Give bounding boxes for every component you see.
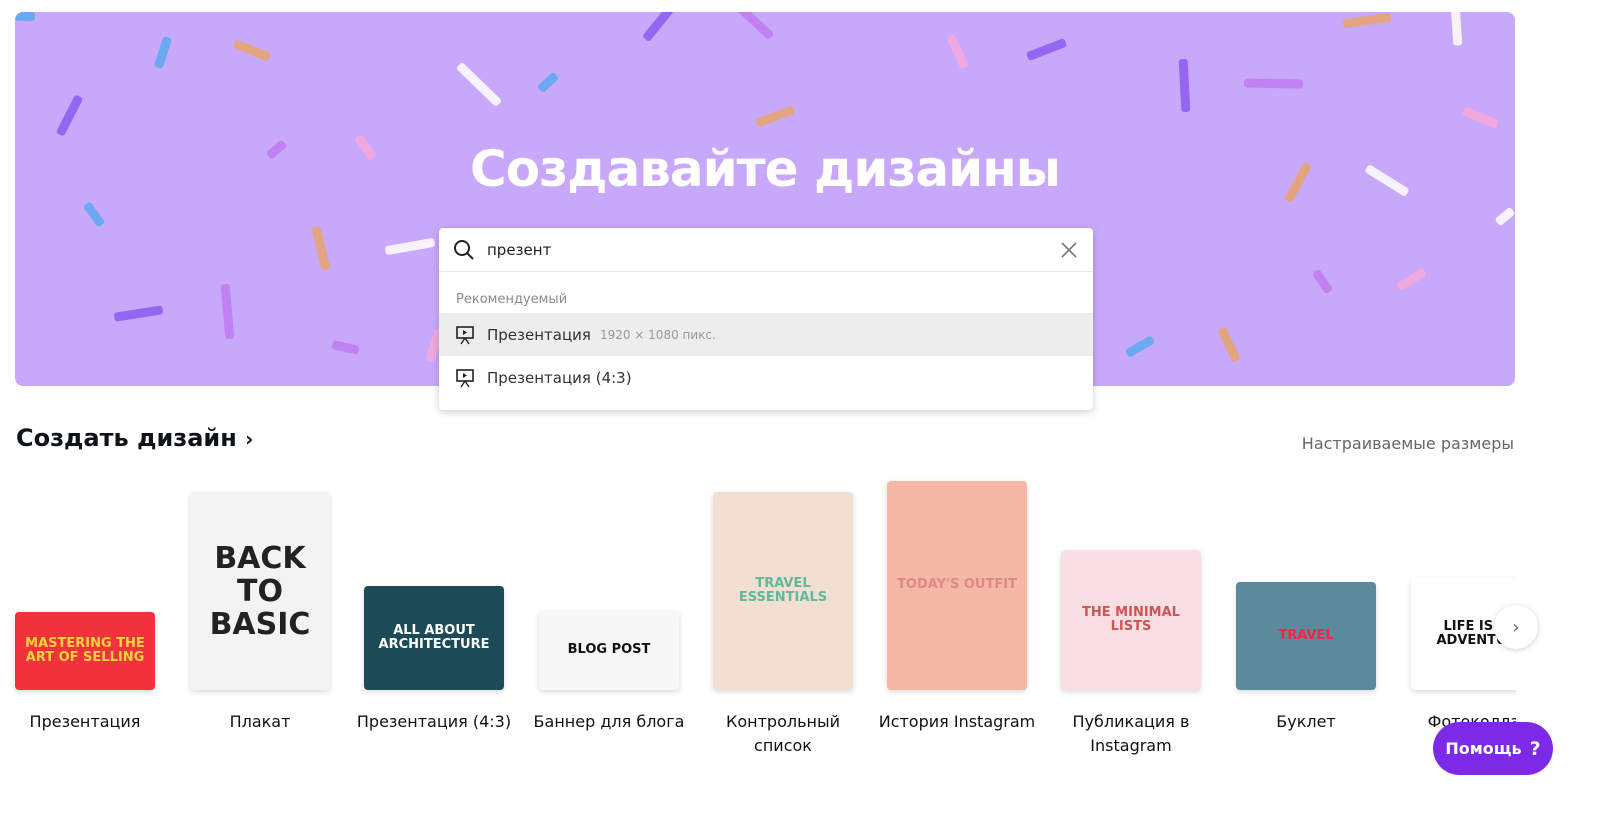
- suggestion-label: Презентация: [487, 325, 591, 344]
- design-type-label: Баннер для блога: [533, 712, 685, 731]
- design-type-item[interactable]: TRAVEL Буклет: [1219, 0, 1393, 826]
- thumbnail-text: TODAY'S OUTFIT: [897, 577, 1017, 593]
- design-type-item[interactable]: TRAVEL ESSENTIALS Контрольный список: [696, 0, 870, 826]
- design-type-item[interactable]: TODAY'S OUTFIT История Instagram: [870, 0, 1044, 826]
- design-thumbnail: TRAVEL: [1236, 582, 1376, 690]
- thumbnail-text: BACK TO BASIC: [209, 540, 311, 642]
- thumbnail-text: MASTERING THE ART OF SELLING: [25, 635, 145, 665]
- design-type-label: Плакат: [229, 712, 291, 731]
- presentation-icon: [456, 325, 474, 344]
- thumbnail-text: ALL ABOUT ARCHITECTURE: [378, 622, 490, 652]
- design-thumbnail: MASTERING THE ART OF SELLING: [15, 612, 155, 690]
- design-type-item[interactable]: MASTERING THE ART OF SELLING Презентация: [0, 0, 172, 826]
- search-icon: [454, 239, 474, 260]
- thumbnail-text: TRAVEL ESSENTIALS: [738, 575, 828, 605]
- design-thumbnail: TODAY'S OUTFIT: [887, 481, 1027, 690]
- design-type-item[interactable]: BLOG POST Баннер для блога: [522, 0, 696, 826]
- design-type-item[interactable]: THE MINIMAL LISTS Публикация в Instagram: [1044, 0, 1218, 826]
- design-type-label: Презентация (4:3): [356, 712, 512, 731]
- section-label: Рекомендуемый: [456, 292, 568, 307]
- thumbnail-text: BLOG POST: [567, 642, 651, 658]
- design-type-carousel: MASTERING THE ART OF SELLING Презентация B…: [0, 0, 1516, 826]
- help-button[interactable]: Помощь?: [1433, 722, 1553, 775]
- design-type-label: История Instagram: [878, 712, 1036, 731]
- search-dropdown: Рекомендуемый Презентация 1920 × 1080 пи…: [439, 228, 1093, 410]
- question-icon: ?: [1529, 737, 1541, 760]
- design-type-label: Презентация: [29, 712, 141, 731]
- suggestion-presentation[interactable]: Презентация 1920 × 1080 пикс.: [439, 313, 1093, 356]
- design-thumbnail: BACK TO BASIC: [190, 492, 330, 690]
- thumbnail-text: TRAVEL: [1278, 627, 1334, 643]
- design-thumbnail: BLOG POST: [539, 611, 679, 690]
- suggestion-presentation-4-3[interactable]: Презентация (4:3): [439, 356, 1093, 399]
- presentation-icon: [456, 368, 474, 387]
- chevron-right-icon: ›: [1512, 616, 1520, 638]
- design-type-item[interactable]: LIFE IS AN ADVENTUREФотоколлаж: [1394, 0, 1516, 826]
- design-type-item[interactable]: ALL ABOUT ARCHITECTURE Презентация (4:3): [347, 0, 521, 826]
- design-type-item[interactable]: BACK TO BASIC Плакат: [173, 0, 347, 826]
- search-bar: [439, 228, 1093, 272]
- design-type-label: Буклет: [1276, 712, 1336, 731]
- thumbnail-text: THE MINIMAL LISTS: [1082, 604, 1180, 634]
- suggestion-label: Презентация (4:3): [487, 368, 632, 387]
- design-thumbnail: ALL ABOUT ARCHITECTURE: [364, 586, 504, 690]
- suggestion-dimensions: 1920 × 1080 пикс.: [599, 327, 716, 342]
- design-type-label: Публикация в Instagram: [1072, 712, 1190, 755]
- search-input[interactable]: [487, 240, 1059, 259]
- design-thumbnail: THE MINIMAL LISTS: [1061, 550, 1201, 690]
- help-label: Помощь: [1445, 739, 1522, 758]
- carousel-next-button[interactable]: ›: [1494, 605, 1538, 649]
- close-icon[interactable]: [1059, 240, 1079, 260]
- design-thumbnail: TRAVEL ESSENTIALS: [713, 492, 853, 690]
- design-type-label: Контрольный список: [725, 712, 841, 755]
